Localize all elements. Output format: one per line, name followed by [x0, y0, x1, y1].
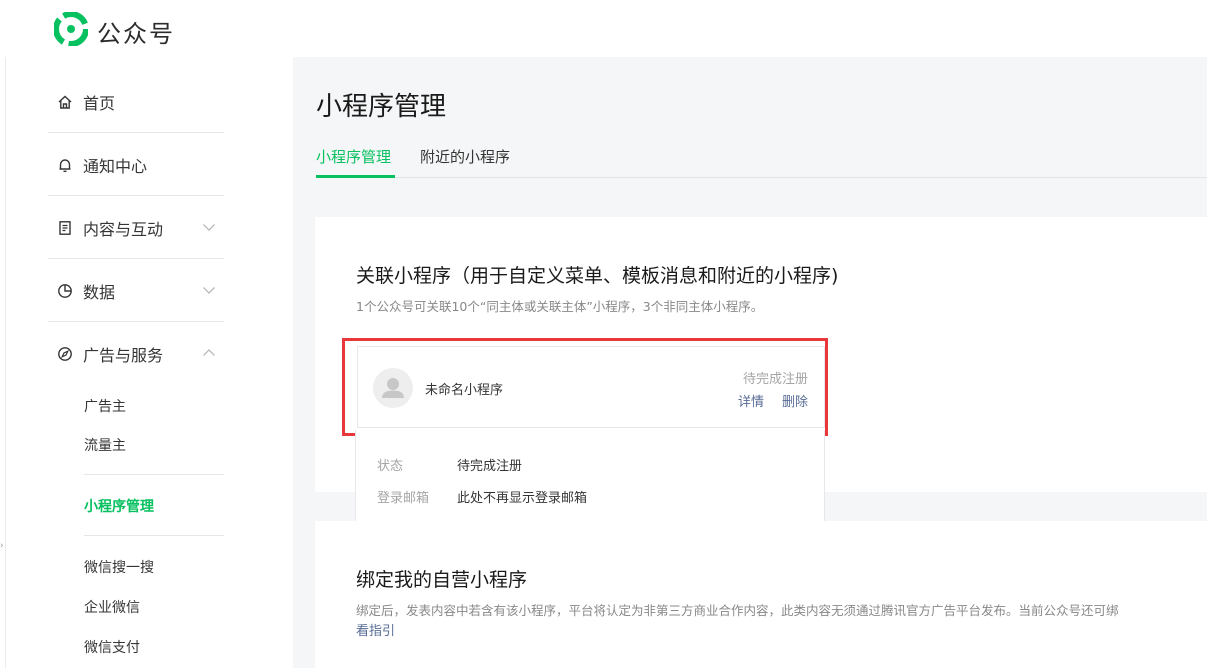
delete-link[interactable]: 删除 — [782, 391, 808, 410]
linked-section-title: 关联小程序（用于自定义菜单、模板消息和附近的小程序) — [356, 265, 839, 287]
expand-arrow-icon[interactable]: › — [0, 541, 4, 551]
detail-link[interactable]: 详情 — [738, 391, 764, 410]
tab-miniprogram-manage[interactable]: 小程序管理 — [316, 146, 391, 167]
sidebar-sub-publisher[interactable]: 流量主 — [84, 435, 126, 455]
sidebar-sub-wechat-pay[interactable]: 微信支付 — [84, 637, 140, 657]
sidebar-item-content[interactable]: 内容与互动 — [48, 196, 224, 259]
guide-link[interactable]: 看指引 — [356, 620, 395, 639]
avatar-icon — [373, 368, 413, 408]
app-name[interactable]: 公众号 — [97, 14, 175, 49]
sidebar-item-notifications[interactable]: 通知中心 — [48, 133, 224, 196]
logo-icon[interactable] — [54, 12, 88, 46]
bell-icon — [56, 156, 74, 174]
own-miniprogram-card — [315, 521, 1207, 668]
active-tab-indicator — [316, 175, 395, 178]
status-value: 待完成注册 — [457, 459, 523, 474]
sidebar-item-label: 内容与互动 — [83, 219, 164, 239]
top-bar: 公众号 — [0, 0, 1207, 57]
tab-nearby-miniprogram[interactable]: 附近的小程序 — [420, 146, 510, 167]
compass-icon — [56, 345, 74, 363]
email-value: 此处不再显示登录邮箱 — [457, 491, 588, 506]
divider — [84, 535, 224, 536]
document-icon — [56, 219, 74, 237]
page-title: 小程序管理 — [316, 92, 447, 122]
status-badge: 待完成注册 — [742, 372, 808, 387]
chevron-down-icon[interactable] — [202, 220, 216, 234]
divider — [84, 474, 224, 475]
miniprogram-item[interactable]: 未命名小程序 待完成注册 详情 删除 — [357, 346, 825, 428]
tabs-divider — [316, 177, 1207, 178]
sidebar-item-label: 首页 — [83, 93, 116, 113]
sidebar-sub-wecom[interactable]: 企业微信 — [84, 597, 140, 617]
chevron-up-icon[interactable] — [202, 346, 216, 360]
sidebar-item-ads-services[interactable]: 广告与服务 — [48, 322, 224, 385]
sidebar-item-label: 广告与服务 — [83, 345, 164, 365]
email-label: 登录邮箱 — [377, 491, 430, 506]
home-icon — [56, 93, 74, 111]
miniprogram-detail-panel: 状态 待完成注册 登录邮箱 此处不再显示登录邮箱 — [355, 430, 825, 529]
sidebar-item-home[interactable]: 首页 — [48, 70, 224, 133]
miniprogram-name: 未命名小程序 — [425, 383, 504, 398]
sidebar-item-data[interactable]: 数据 — [48, 259, 224, 322]
sidebar-item-label: 数据 — [83, 282, 116, 302]
pie-chart-icon — [56, 282, 74, 300]
status-label: 状态 — [377, 459, 404, 474]
sidebar-sub-miniprogram-manage[interactable]: 小程序管理 — [84, 496, 154, 516]
own-section-title: 绑定我的自营小程序 — [356, 569, 528, 591]
own-section-desc: 绑定后，发表内容中若含有该小程序，平台将认定为非第三方商业合作内容，此类内容无须… — [356, 603, 1119, 618]
sidebar-item-label: 通知中心 — [83, 156, 148, 176]
linked-section-desc: 1个公众号可关联10个“同主体或关联主体”小程序，3个非同主体小程序。 — [356, 299, 764, 314]
chevron-down-icon[interactable] — [202, 283, 216, 297]
sidebar-sub-advertiser[interactable]: 广告主 — [84, 396, 126, 416]
sidebar-sub-wechat-search[interactable]: 微信搜一搜 — [84, 557, 154, 577]
